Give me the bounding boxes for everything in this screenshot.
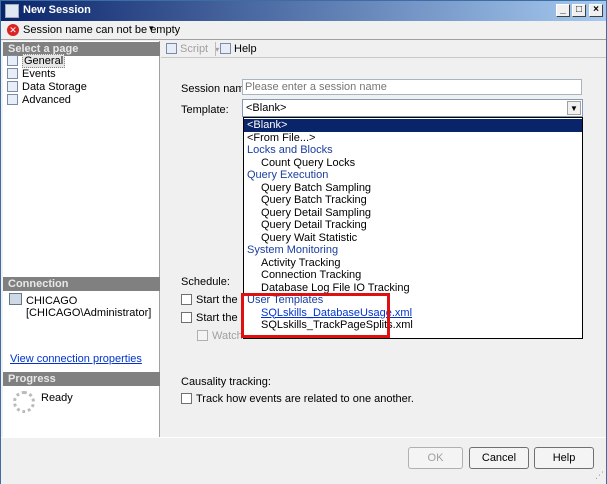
watch-checkbox[interactable] [197, 330, 208, 341]
progress-status: Ready [41, 392, 73, 404]
script-button[interactable]: Script ▾ [166, 43, 219, 55]
schedule-label: Schedule: [181, 276, 230, 288]
window-title: New Session [23, 4, 91, 16]
chevron-down-icon[interactable]: ▼ [567, 101, 581, 115]
toolbar-divider [215, 42, 216, 56]
dropdown-item[interactable]: Query Batch Tracking [244, 194, 582, 207]
progress-header: Progress [3, 372, 160, 386]
close-button[interactable]: × [589, 4, 603, 17]
page-icon [7, 55, 18, 66]
page-icon [7, 94, 18, 105]
page-general[interactable]: General [7, 54, 66, 68]
title-bar: New Session _ □ × [1, 1, 606, 21]
causality-checkbox-label: Track how events are related to one anot… [196, 393, 414, 405]
error-icon: ✕ [7, 24, 19, 36]
dropdown-item[interactable]: Activity Tracking [244, 257, 582, 270]
help-icon [220, 43, 231, 54]
page-icon [7, 68, 18, 79]
server-name: CHICAGO [26, 295, 78, 307]
dropdown-item[interactable]: Count Query Locks [244, 157, 582, 170]
start-event-checkbox-1[interactable] [181, 294, 192, 305]
dropdown-item[interactable]: Query Detail Sampling [244, 207, 582, 220]
server-user: [CHICAGO\Administrator] [26, 307, 152, 319]
template-label: Template: [181, 104, 229, 116]
session-name-input[interactable] [242, 79, 582, 95]
page-icon [7, 81, 18, 92]
ok-button[interactable]: OK [408, 447, 463, 469]
dropdown-item[interactable]: <From File...> [244, 132, 582, 145]
start-event-checkbox-2[interactable] [181, 312, 192, 323]
template-select[interactable]: <Blank> ▼ [242, 99, 583, 117]
chevron-down-icon[interactable]: ▾ [149, 23, 154, 34]
causality-label: Causality tracking: [181, 376, 271, 388]
message-bar[interactable]: ✕ Session name can not be empty ▾ [1, 21, 606, 40]
page-events[interactable]: Events [7, 68, 56, 81]
dropdown-item[interactable]: Query Batch Sampling [244, 182, 582, 195]
server-icon [9, 293, 22, 305]
cancel-button[interactable]: Cancel [469, 447, 529, 469]
dropdown-group-header: Query Execution [247, 169, 329, 181]
help-button[interactable]: Help [534, 447, 594, 469]
error-message: Session name can not be empty [23, 24, 181, 36]
view-connection-properties-link[interactable]: View connection properties [10, 353, 142, 365]
resize-grip-icon[interactable]: ⋰ [595, 470, 604, 481]
page-data-storage[interactable]: Data Storage [7, 81, 87, 94]
help-toolbar-button[interactable]: Help [220, 43, 257, 55]
dropdown-item[interactable]: Query Wait Statistic [244, 232, 582, 245]
dropdown-item[interactable]: Connection Tracking [244, 269, 582, 282]
page-advanced[interactable]: Advanced [7, 94, 71, 107]
dropdown-item[interactable]: <Blank> [244, 119, 582, 132]
new-session-window: New Session _ □ × ✕ Session name can not… [0, 0, 607, 484]
script-icon [166, 43, 177, 54]
app-icon [5, 4, 19, 18]
minimize-button[interactable]: _ [556, 4, 570, 17]
left-panel: Select a page General Events Data Storag… [3, 41, 160, 437]
progress-spinner-icon [13, 391, 35, 413]
user-templates-highlight [241, 293, 390, 338]
template-selected-value: <Blank> [246, 102, 287, 114]
dropdown-group-header: Locks and Blocks [247, 144, 333, 156]
dropdown-group-header: System Monitoring [247, 244, 339, 256]
connection-header: Connection [3, 277, 160, 291]
toolbar: Script ▾ Help [161, 41, 606, 58]
dropdown-item[interactable]: Query Detail Tracking [244, 219, 582, 232]
maximize-button[interactable]: □ [572, 4, 586, 17]
causality-checkbox[interactable] [181, 393, 192, 404]
